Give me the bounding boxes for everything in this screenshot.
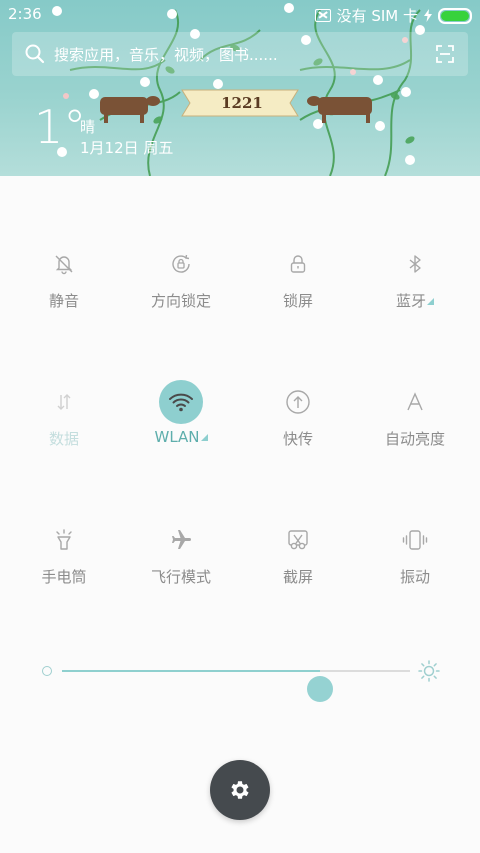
vibrate-icon	[393, 518, 437, 562]
no-sim-icon	[314, 9, 331, 22]
toggle-lock-screen[interactable]: 锁屏	[238, 228, 358, 348]
bluetooth-icon	[393, 242, 437, 286]
toggle-flashlight[interactable]: 手电筒	[4, 504, 124, 624]
slider-fill	[62, 670, 320, 672]
toggle-label: 数据	[4, 428, 124, 449]
toggle-bluetooth[interactable]: 蓝牙	[355, 228, 475, 348]
status-right-group: 没有 SIM 卡	[314, 5, 472, 26]
toggle-label-text: 自动亮度	[384, 430, 445, 448]
toggle-label: 静音	[4, 290, 124, 311]
sim-status-text: 没有 SIM 卡	[336, 7, 418, 25]
toggle-label-text: 静音	[48, 292, 79, 310]
sun-icon	[418, 660, 440, 682]
toggle-label: 自动亮度	[355, 428, 475, 449]
toggle-screenshot[interactable]: 截屏	[238, 504, 358, 624]
toggle-label: 锁屏	[238, 290, 358, 311]
gear-icon	[231, 781, 249, 799]
toggle-label: 快传	[238, 428, 358, 449]
toggle-label-text: 飞行模式	[150, 568, 211, 586]
toggle-label-text: 截屏	[282, 568, 313, 586]
toggle-airplane-mode[interactable]: 飞行模式	[121, 504, 241, 624]
toggle-label-text: 快传	[282, 430, 313, 448]
notification-header: 1221 2:36 没有 SIM 卡 搜索应用，音乐，视频，图书...... 1…	[0, 0, 480, 176]
slider-track[interactable]	[62, 670, 410, 702]
brightness-slider[interactable]	[40, 652, 440, 702]
wifi-icon	[159, 380, 203, 424]
toggle-label: 蓝牙	[355, 290, 475, 311]
toggle-label-text: 方向锁定	[150, 292, 211, 310]
toggle-label: 手电筒	[4, 566, 124, 587]
slider-thumb[interactable]	[306, 676, 333, 702]
cow-left	[100, 96, 160, 123]
toggle-label-text: 手电筒	[41, 568, 87, 586]
search-bar[interactable]: 搜索应用，音乐，视频，图书......	[12, 32, 468, 76]
toggle-label: 飞行模式	[121, 566, 241, 587]
scissors-icon	[276, 518, 320, 562]
toggle-label-text: 锁屏	[282, 292, 313, 310]
toggle-label-text: WLAN	[154, 428, 200, 446]
weather-condition: 晴	[80, 118, 96, 136]
toggle-label: 方向锁定	[121, 290, 241, 311]
airplane-icon	[159, 518, 203, 562]
padlock-icon	[276, 242, 320, 286]
status-bar: 2:36 没有 SIM 卡	[0, 0, 480, 28]
toggle-mute[interactable]: 静音	[4, 228, 124, 348]
status-time: 2:36	[8, 5, 42, 23]
toggle-wlan[interactable]: WLAN	[121, 366, 241, 486]
menu-indicator-icon	[427, 298, 434, 305]
banner-text: 1221	[221, 94, 263, 112]
toggle-label: WLAN	[121, 428, 241, 446]
cow-right	[307, 96, 372, 123]
bell-off-icon	[42, 242, 86, 286]
scan-icon[interactable]	[436, 45, 454, 63]
toggle-label-text: 振动	[399, 568, 430, 586]
menu-indicator-icon	[200, 434, 208, 441]
weather-date: 1月12日 周五	[80, 139, 174, 157]
toggle-mobile-data[interactable]: 数据	[4, 366, 124, 486]
toggle-label-text: 数据	[48, 430, 79, 448]
toggle-quick-transfer[interactable]: 快传	[238, 366, 358, 486]
dim-circle-icon	[42, 666, 52, 676]
flashlight-icon	[42, 518, 86, 562]
charging-bolt-icon	[424, 9, 432, 22]
data-arrows-icon	[42, 380, 86, 424]
settings-button[interactable]	[210, 760, 270, 820]
battery-icon	[438, 7, 472, 24]
toggle-label: 截屏	[238, 566, 358, 587]
weather-temperature: 1°	[34, 100, 87, 154]
letter-a-icon	[393, 380, 437, 424]
rotation-lock-icon	[159, 242, 203, 286]
toggle-auto-brightness[interactable]: 自动亮度	[355, 366, 475, 486]
search-placeholder: 搜索应用，音乐，视频，图书......	[54, 46, 278, 64]
search-icon	[25, 44, 45, 64]
toggle-rotation-lock[interactable]: 方向锁定	[121, 228, 241, 348]
toggle-label: 振动	[355, 566, 475, 587]
upload-circle-icon	[276, 380, 320, 424]
toggle-vibrate[interactable]: 振动	[355, 504, 475, 624]
battery-fill	[441, 10, 469, 21]
toggle-label-text: 蓝牙	[395, 292, 426, 310]
